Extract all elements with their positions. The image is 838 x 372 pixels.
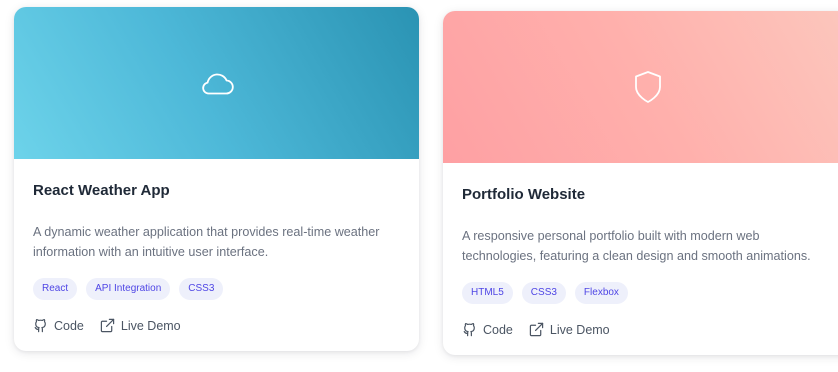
live-demo-link-label: Live Demo <box>120 318 181 333</box>
projects-grid: React Weather App A dynamic weather appl… <box>0 0 838 372</box>
tech-tag: CSS3 <box>521 282 566 304</box>
project-card-portfolio: Portfolio Website A responsive personal … <box>443 11 838 355</box>
project-banner <box>14 7 419 159</box>
tech-tag: React <box>33 278 78 300</box>
external-link-icon <box>529 322 544 337</box>
project-links: Code Live Demo <box>33 318 400 333</box>
github-icon <box>462 322 477 337</box>
tech-tag: CSS3 <box>179 278 224 300</box>
project-card-body: React Weather App A dynamic weather appl… <box>14 159 419 333</box>
project-description-line: technologies, featuring a clean design a… <box>462 249 811 263</box>
live-demo-link[interactable]: Live Demo <box>529 322 610 337</box>
github-icon <box>33 318 48 333</box>
tech-tags: React API Integration CSS3 <box>33 278 400 300</box>
project-description-line: information with an intuitive user inter… <box>33 245 269 259</box>
project-description-line: A dynamic weather application that provi… <box>33 225 380 239</box>
project-card-body: Portfolio Website A responsive personal … <box>443 163 838 337</box>
code-link[interactable]: Code <box>33 318 84 333</box>
live-demo-link-label: Live Demo <box>549 322 610 337</box>
project-title: Portfolio Website <box>462 186 586 203</box>
external-link-icon <box>100 318 115 333</box>
project-description: A dynamic weather application that provi… <box>33 222 400 262</box>
tech-tag: API Integration <box>86 278 171 300</box>
code-link[interactable]: Code <box>462 322 513 337</box>
code-link-label: Code <box>483 322 513 337</box>
tech-tag: HTML5 <box>462 282 513 304</box>
code-link-label: Code <box>54 318 84 333</box>
tech-tags: HTML5 CSS3 Flexbox <box>462 282 834 304</box>
shield-icon <box>633 70 663 104</box>
cloud-icon <box>199 70 235 96</box>
project-banner <box>443 11 838 163</box>
live-demo-link[interactable]: Live Demo <box>100 318 181 333</box>
project-card-weather-app: React Weather App A dynamic weather appl… <box>14 7 419 351</box>
project-title: React Weather App <box>33 182 170 199</box>
project-links: Code Live Demo <box>462 322 834 337</box>
tech-tag: Flexbox <box>574 282 628 304</box>
project-description: A responsive personal portfolio built wi… <box>462 226 834 266</box>
project-description-line: A responsive personal portfolio built wi… <box>462 229 760 243</box>
